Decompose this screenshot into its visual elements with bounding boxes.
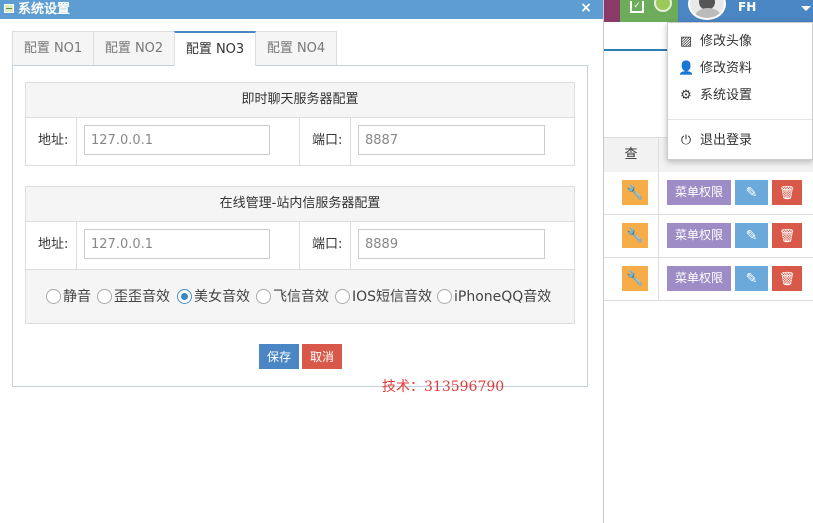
radio-button-icon <box>97 289 112 304</box>
wrench-icon: 🔧 <box>626 270 644 286</box>
cancel-button[interactable]: 取消 <box>302 344 342 369</box>
menu-item-system-settings[interactable]: ⚙ 系统设置 <box>678 85 752 107</box>
user-menu-toggle[interactable]: FH <box>678 0 813 22</box>
menu-divider <box>668 119 812 120</box>
tab-config-no1[interactable]: 配置 NO1 <box>12 31 94 65</box>
radio-yy-sound[interactable]: 歪歪音效 <box>97 288 170 306</box>
port-label: 端口: <box>312 237 343 252</box>
wrench-icon: 🔧 <box>626 227 644 243</box>
wrench-button[interactable]: 🔧 <box>622 223 648 248</box>
tab-config-no4[interactable]: 配置 NO4 <box>255 31 337 65</box>
gear-icon: ⚙ <box>680 88 692 103</box>
radio-mute[interactable]: 静音 <box>46 288 91 306</box>
menu-rights-button[interactable]: 菜单权限 <box>667 180 731 205</box>
watermark-text: 技术：313596790 <box>382 379 505 395</box>
power-icon: ⏻ <box>680 133 692 148</box>
chat-address-input[interactable] <box>84 125 270 155</box>
menu-item-edit-profile[interactable]: 👤 修改资料 <box>678 58 752 80</box>
edit-icon: ✎ <box>745 184 758 200</box>
window-icon <box>4 4 14 13</box>
tab-strip: 配置 NO1 配置 NO2 配置 NO3 配置 NO4 <box>12 31 587 66</box>
wrench-button[interactable]: 🔧 <box>622 180 648 205</box>
table-row: 🔧 菜单权限 ✎ 🗑 <box>604 258 813 301</box>
delete-button[interactable]: 🗑 <box>772 180 802 205</box>
close-icon[interactable]: × <box>578 0 594 19</box>
tab-panel: 即时聊天服务器配置 地址: 端口: 在线管理-站内信服务器配置 地址: 端口: <box>12 65 588 387</box>
message-server-heading: 在线管理-站内信服务器配置 <box>26 187 574 222</box>
radio-iphoneqq-sound[interactable]: iPhoneQQ音效 <box>437 288 551 306</box>
edit-icon: ✎ <box>745 227 758 243</box>
save-button[interactable]: 保存 <box>259 344 299 369</box>
tab-config-no2[interactable]: 配置 NO2 <box>93 31 175 65</box>
table-row: 🔧 菜单权限 ✎ 🗑 <box>604 215 813 258</box>
radio-button-checked-icon <box>177 289 192 304</box>
port-label: 端口: <box>312 133 343 148</box>
radio-button-icon <box>256 289 271 304</box>
dialog-titlebar[interactable]: 系统设置 × <box>0 0 603 19</box>
messages-button[interactable]: ✓ <box>620 0 678 22</box>
address-label: 地址: <box>38 237 69 252</box>
edit-icon: ✎ <box>745 270 758 286</box>
user-icon: 👤 <box>678 61 695 76</box>
chat-server-heading: 即时聊天服务器配置 <box>26 83 574 118</box>
menu-item-change-avatar[interactable]: ▨ 修改头像 <box>678 31 752 53</box>
wrench-button[interactable]: 🔧 <box>622 266 648 291</box>
tab-config-no3[interactable]: 配置 NO3 <box>174 31 256 66</box>
delete-button[interactable]: 🗑 <box>772 266 802 291</box>
radio-button-icon <box>335 289 350 304</box>
address-label: 地址: <box>38 133 69 148</box>
chat-server-config: 即时聊天服务器配置 地址: 端口: <box>25 82 575 166</box>
envelope-icon: ✓ <box>630 1 644 13</box>
message-server-row: 地址: 端口: <box>26 221 574 270</box>
message-server-config: 在线管理-站内信服务器配置 地址: 端口: 静音 歪歪音效 美女音效 飞信音效 … <box>25 186 575 324</box>
trash-icon: 🗑 <box>778 185 796 200</box>
edit-button[interactable]: ✎ <box>735 180 768 205</box>
dialog-title: 系统设置 <box>18 2 71 17</box>
menu-item-logout[interactable]: ⏻ 退出登录 <box>678 130 752 152</box>
chat-server-row: 地址: 端口: <box>26 117 574 165</box>
trash-icon: 🗑 <box>778 271 796 286</box>
caret-down-icon <box>801 6 811 11</box>
notification-badge <box>654 0 672 12</box>
picture-icon: ▨ <box>679 34 693 49</box>
radio-button-icon <box>437 289 452 304</box>
wrench-icon: 🔧 <box>626 184 644 200</box>
menu-rights-button[interactable]: 菜单权限 <box>667 266 731 291</box>
trash-icon: 🗑 <box>778 228 796 243</box>
menu-rights-button[interactable]: 菜单权限 <box>667 223 731 248</box>
edit-button[interactable]: ✎ <box>735 266 768 291</box>
message-port-input[interactable] <box>358 229 545 259</box>
radio-button-icon <box>46 289 61 304</box>
user-name: FH <box>738 0 757 14</box>
chat-port-input[interactable] <box>358 125 545 155</box>
delete-button[interactable]: 🗑 <box>772 223 802 248</box>
radio-fetion-sound[interactable]: 飞信音效 <box>256 288 329 306</box>
edit-button[interactable]: ✎ <box>735 223 768 248</box>
radio-beauty-sound[interactable]: 美女音效 <box>177 288 250 306</box>
top-navbar: ✓ FH <box>604 0 813 22</box>
table-row: 🔧 菜单权限 ✎ 🗑 <box>604 172 813 215</box>
navbar-purple-segment <box>604 0 620 22</box>
message-address-input[interactable] <box>84 229 270 259</box>
avatar <box>688 0 726 20</box>
system-settings-dialog: 系统设置 × 配置 NO1 配置 NO2 配置 NO3 配置 NO4 即时聊天服… <box>0 0 604 523</box>
radio-ios-sms-sound[interactable]: IOS短信音效 <box>335 288 432 306</box>
table-header-cell: 查 <box>604 138 659 172</box>
user-dropdown-menu: ▨ 修改头像 👤 修改资料 ⚙ 系统设置 ⏻ 退出登录 <box>667 22 813 160</box>
sound-options: 静音 歪歪音效 美女音效 飞信音效 IOS短信音效 iPhoneQQ音效 <box>26 270 574 323</box>
